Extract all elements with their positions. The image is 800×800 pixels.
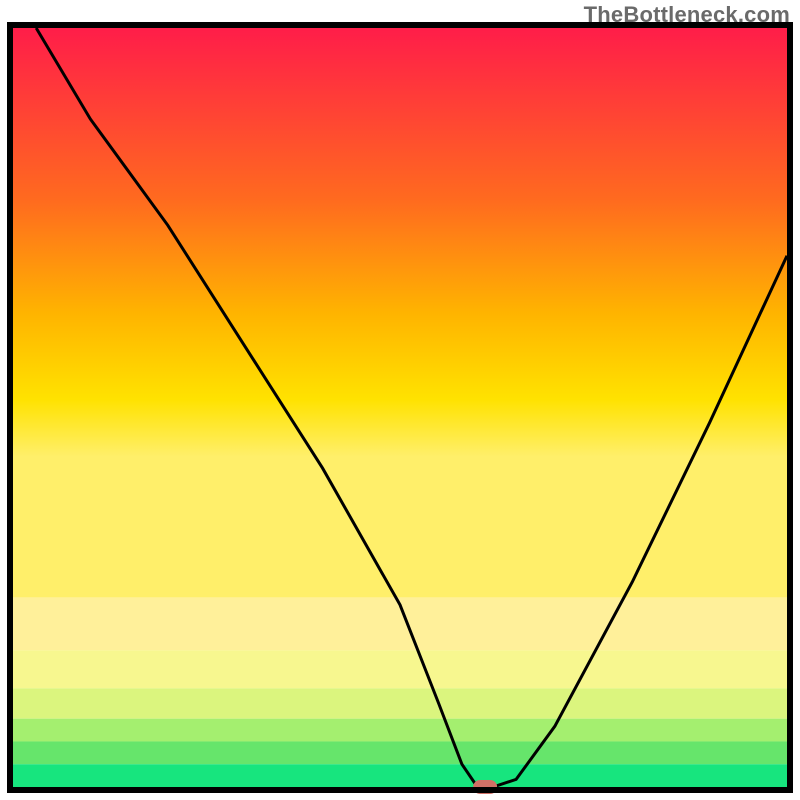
watermark-label: TheBottleneck.com xyxy=(584,2,790,28)
threshold-bands xyxy=(13,597,787,787)
chart-frame: TheBottleneck.com xyxy=(0,0,800,800)
gradient-background xyxy=(13,28,787,599)
bottleneck-chart xyxy=(0,0,800,800)
